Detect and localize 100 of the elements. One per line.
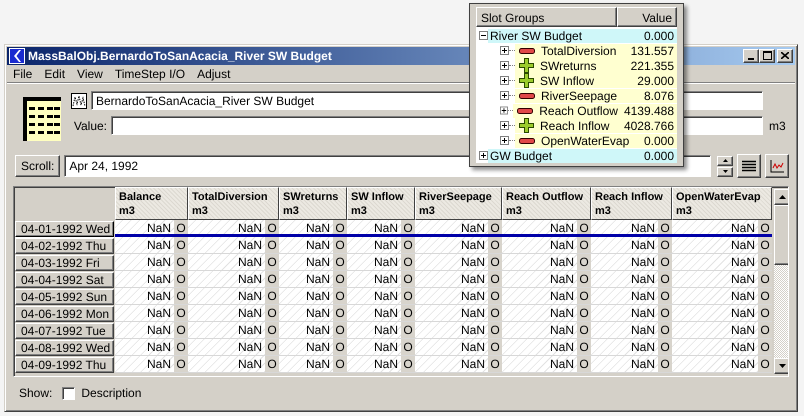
row-header[interactable]: 04-02-1992 Thu <box>15 238 114 254</box>
collapse-icon[interactable] <box>479 31 488 40</box>
table-cell[interactable]: NaN <box>502 339 577 356</box>
menu-item[interactable]: Adjust <box>191 66 236 81</box>
spin-up-button[interactable] <box>717 156 733 166</box>
table-cell[interactable]: NaN <box>672 305 758 322</box>
menu-item[interactable]: Edit <box>38 66 72 81</box>
table-cell[interactable]: NaN <box>347 237 401 254</box>
table-cell[interactable]: NaN <box>415 237 488 254</box>
table-cell[interactable]: NaN <box>415 271 488 288</box>
table-cell[interactable]: NaN <box>502 305 577 322</box>
table-cell[interactable]: NaN <box>672 254 758 270</box>
table-cell[interactable]: NaN <box>502 271 577 288</box>
table-cell[interactable]: NaN <box>188 254 265 270</box>
row-header[interactable]: 04-09-1992 Thu <box>15 357 114 374</box>
close-button[interactable] <box>777 48 793 63</box>
table-cell[interactable]: NaN <box>672 220 758 234</box>
table-cell[interactable]: NaN <box>672 322 758 338</box>
scroll-up-button[interactable] <box>774 189 788 206</box>
row-header[interactable]: 04-03-1992 Fri <box>15 255 114 272</box>
table-cell[interactable]: NaN <box>115 237 174 254</box>
tree-item[interactable]: SWreturns 221.355 <box>515 58 677 73</box>
column-header[interactable]: Reach Inflow m3 <box>591 187 672 220</box>
table-cell[interactable]: NaN <box>188 271 265 288</box>
table-cell[interactable]: NaN <box>591 254 658 270</box>
table-cell[interactable]: NaN <box>415 220 488 234</box>
expand-icon[interactable] <box>500 136 509 145</box>
expand-icon[interactable] <box>500 46 509 55</box>
column-header[interactable]: TotalDiversion m3 <box>188 187 279 220</box>
table-cell[interactable]: NaN <box>279 356 333 372</box>
column-header[interactable]: RiverSeepage m3 <box>415 187 502 220</box>
column-header[interactable]: Value <box>617 7 677 27</box>
column-header[interactable]: Reach Outflow m3 <box>502 187 591 220</box>
table-cell[interactable]: NaN <box>115 271 174 288</box>
table-cell[interactable]: NaN <box>347 356 401 372</box>
table-cell[interactable]: NaN <box>591 322 658 338</box>
table-cell[interactable]: NaN <box>115 288 174 304</box>
row-header[interactable]: 04-07-1992 Tue <box>15 323 114 340</box>
menu-item[interactable]: View <box>71 66 109 81</box>
table-cell[interactable]: NaN <box>672 237 758 254</box>
tree-group-row[interactable]: River SW Budget 0.000 <box>488 28 677 42</box>
tree-item[interactable]: OpenWaterEvap 0.000 <box>515 134 677 148</box>
table-cell[interactable]: NaN <box>591 237 658 254</box>
table-cell[interactable]: NaN <box>415 356 488 372</box>
table-cell[interactable]: NaN <box>347 339 401 356</box>
expand-icon[interactable] <box>500 91 509 100</box>
table-cell[interactable]: NaN <box>591 305 658 322</box>
table-cell[interactable]: NaN <box>591 356 658 372</box>
table-cell[interactable]: NaN <box>502 254 577 270</box>
column-header[interactable]: Slot Groups <box>476 7 617 27</box>
table-cell[interactable]: NaN <box>188 288 265 304</box>
expand-icon[interactable] <box>500 76 509 85</box>
table-cell[interactable]: NaN <box>591 288 658 304</box>
table-cell[interactable]: NaN <box>188 220 265 234</box>
table-cell[interactable]: NaN <box>672 288 758 304</box>
scrollbar-thumb[interactable] <box>774 205 788 266</box>
table-cell[interactable]: NaN <box>415 339 488 356</box>
table-cell[interactable]: NaN <box>502 322 577 338</box>
tree-item[interactable]: Reach Inflow 4028.766 <box>515 118 677 133</box>
tree-item[interactable]: RiverSeepage 8.076 <box>515 88 677 102</box>
table-cell[interactable]: NaN <box>347 322 401 338</box>
table-cell[interactable]: NaN <box>188 237 265 254</box>
table-cell[interactable]: NaN <box>347 220 401 234</box>
table-cell[interactable]: NaN <box>279 254 333 270</box>
table-cell[interactable]: NaN <box>188 339 265 356</box>
table-cell[interactable]: NaN <box>279 271 333 288</box>
expand-icon[interactable] <box>479 151 488 160</box>
table-cell[interactable]: NaN <box>188 305 265 322</box>
checkbox[interactable] <box>62 386 76 400</box>
table-cell[interactable]: NaN <box>347 254 401 270</box>
row-header[interactable]: 04-06-1992 Mon <box>15 306 114 322</box>
tree-item[interactable]: TotalDiversion 131.557 <box>515 44 677 58</box>
table-cell[interactable]: NaN <box>415 288 488 304</box>
menu-item[interactable]: TimeStep I/O <box>108 66 192 81</box>
table-cell[interactable]: NaN <box>115 305 174 322</box>
column-header[interactable]: Balance m3 <box>115 187 188 220</box>
table-cell[interactable]: NaN <box>672 339 758 356</box>
table-cell[interactable]: NaN <box>591 271 658 288</box>
table-cell[interactable]: NaN <box>502 237 577 254</box>
row-header[interactable]: 04-04-1992 Sat <box>15 272 114 288</box>
table-cell[interactable]: NaN <box>502 220 577 234</box>
row-header[interactable]: 04-01-1992 Wed <box>15 221 114 238</box>
checkbox-label[interactable]: Description <box>81 386 142 400</box>
table-cell[interactable]: NaN <box>115 220 174 234</box>
table-cell[interactable]: NaN <box>347 288 401 304</box>
spin-down-button[interactable] <box>717 166 733 177</box>
table-cell[interactable]: NaN <box>115 356 174 372</box>
column-header[interactable]: SWreturns m3 <box>279 187 347 220</box>
table-cell[interactable]: NaN <box>415 305 488 322</box>
table-cell[interactable]: NaN <box>347 305 401 322</box>
table-cell[interactable]: NaN <box>502 356 577 372</box>
table-cell[interactable]: NaN <box>591 220 658 234</box>
table-cell[interactable]: NaN <box>188 356 265 372</box>
table-cell[interactable]: NaN <box>115 254 174 270</box>
scroll-down-button[interactable] <box>774 358 788 374</box>
table-cell[interactable]: NaN <box>279 220 333 234</box>
tree-item[interactable]: SW Inflow 29.000 <box>515 73 677 88</box>
table-cell[interactable]: NaN <box>672 356 758 372</box>
row-header[interactable]: 04-05-1992 Sun <box>15 289 114 306</box>
table-cell[interactable]: NaN <box>279 305 333 322</box>
